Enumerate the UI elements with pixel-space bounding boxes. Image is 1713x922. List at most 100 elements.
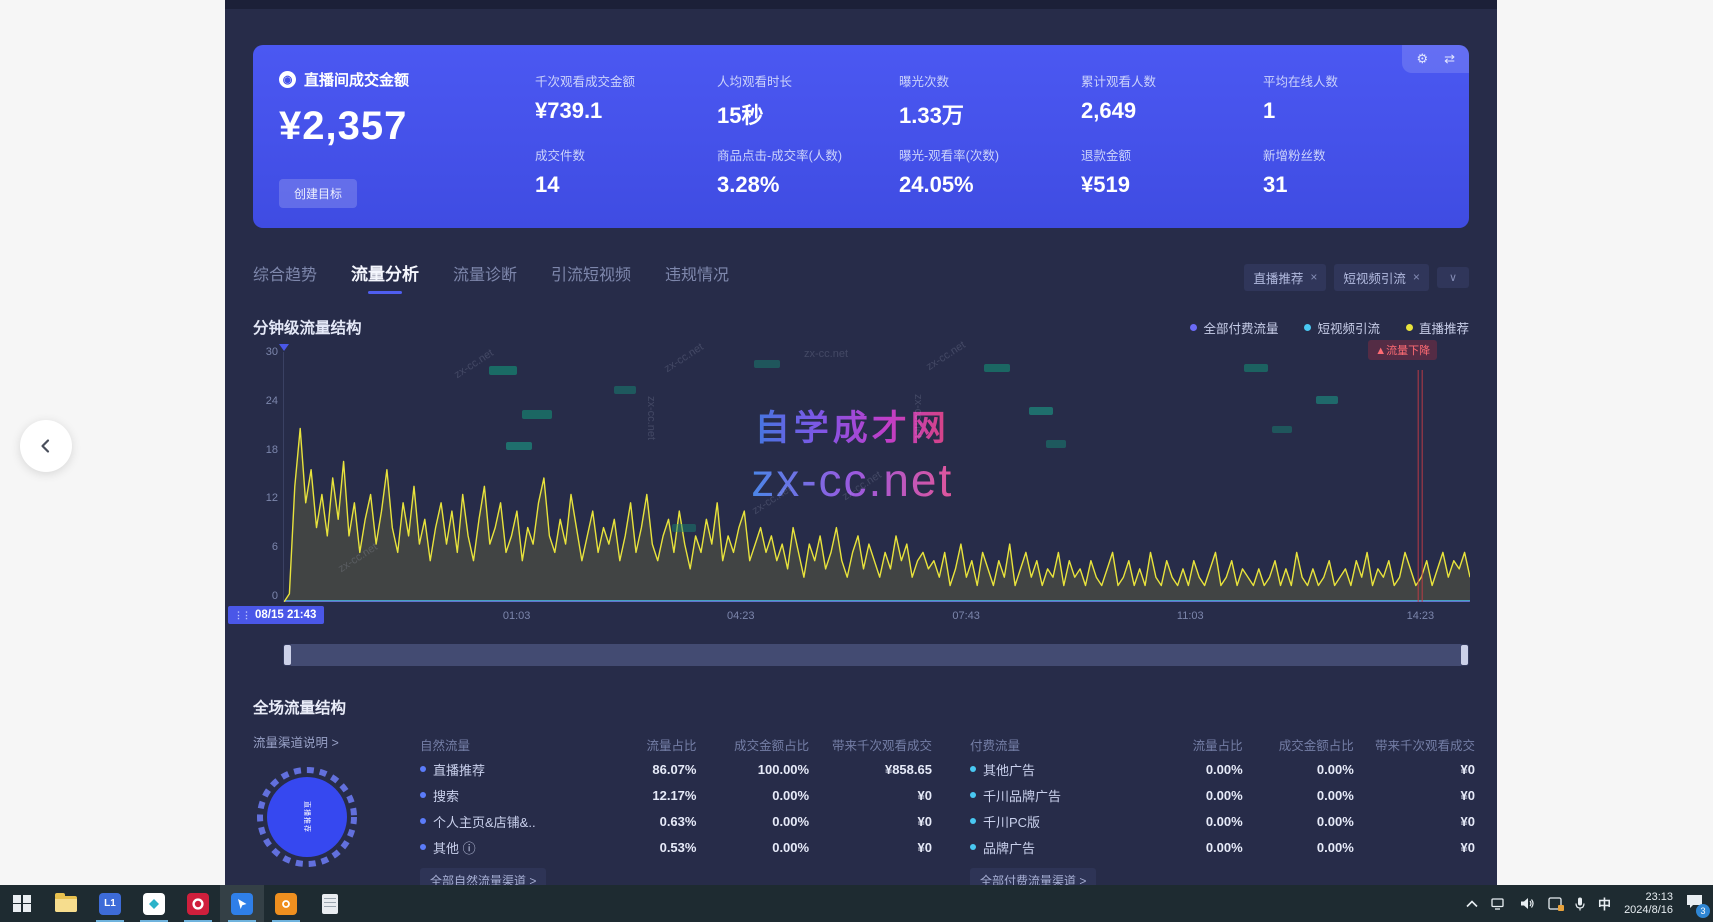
traffic-drop-annotation: ▲流量下降 xyxy=(1368,340,1437,360)
filter-dropdown[interactable]: ∨ xyxy=(1437,267,1469,288)
live-dashboard-window: ◉ 直播间成交金额 ¥2,357 创建目标 千次观看成交金额¥739.1 人均观… xyxy=(225,0,1497,885)
series-dot xyxy=(420,766,426,772)
gpm-value: ¥0 xyxy=(1354,762,1475,777)
tab-overall-trend[interactable]: 综合趋势 xyxy=(253,261,317,294)
app-teal-button[interactable] xyxy=(132,885,176,922)
y-tick: 12 xyxy=(266,492,278,504)
traffic-line-series xyxy=(284,354,1470,602)
metric-value: 3.28% xyxy=(717,172,889,198)
speaker-icon[interactable] xyxy=(1520,897,1535,910)
taskbar-clock[interactable]: 23:13 2024/8/16 xyxy=(1624,891,1673,917)
plot-area[interactable]: 30 24 18 12 6 0 ▲ xyxy=(283,352,1469,602)
tab-traffic-analysis[interactable]: 流量分析 xyxy=(351,260,419,294)
time-range-slider[interactable] xyxy=(283,644,1469,666)
gpm-value: ¥0 xyxy=(809,814,932,829)
traffic-share: 0.00% xyxy=(1142,788,1243,803)
tab-short-video[interactable]: 引流短视频 xyxy=(551,261,631,294)
channel-name: 个人主页&店铺&.. xyxy=(433,812,536,831)
gmv-share: 0.00% xyxy=(1243,762,1354,777)
metric-label: 曝光-观看率(次数) xyxy=(899,145,1071,164)
channel-name-with-info-icon[interactable]: 其他 ⓘ xyxy=(433,838,476,857)
tray-expand-icon[interactable] xyxy=(1466,900,1478,908)
network-icon[interactable] xyxy=(1491,898,1507,910)
gmv-share: 100.00% xyxy=(696,762,809,777)
slider-handle-right[interactable] xyxy=(1461,645,1468,665)
tab-violations[interactable]: 违规情况 xyxy=(665,261,729,294)
app-orange-icon xyxy=(275,893,297,915)
app-notepad-button[interactable] xyxy=(308,885,352,922)
filter-tag-live-recommend[interactable]: 直播推荐 × xyxy=(1244,264,1326,291)
app-pointer-icon xyxy=(231,893,253,915)
app-l1-button[interactable]: L1 xyxy=(88,885,132,922)
table-row: 品牌广告 0.00% 0.00% ¥0 xyxy=(970,834,1475,860)
gmv-share: 0.00% xyxy=(696,840,809,855)
metric-label: 平均在线人数 xyxy=(1263,71,1435,90)
metric-value: ¥519 xyxy=(1081,172,1253,198)
legend-label: 直播推荐 xyxy=(1419,318,1469,337)
gmv-share: 0.00% xyxy=(696,788,809,803)
alert-dot xyxy=(1558,905,1564,911)
desktop: ◉ 直播间成交金额 ¥2,357 创建目标 千次观看成交金额¥739.1 人均观… xyxy=(0,0,1713,922)
channel-info-link[interactable]: 流量渠道说明 > xyxy=(253,732,420,751)
flow-section-title: 全场流量结构 xyxy=(253,696,1469,718)
metric-cell: 平均在线人数1 xyxy=(1263,71,1435,135)
legend-item-live-recommend[interactable]: 直播推荐 xyxy=(1406,318,1469,337)
channel-filters: 直播推荐 × 短视频引流 × ∨ xyxy=(1244,264,1469,291)
metric-cell: 曝光-观看率(次数)24.05% xyxy=(899,145,1071,209)
paid-traffic-table: 付费流量 流量占比 成交金额占比 带来千次观看成交 其他广告 0.00% 0.0… xyxy=(970,732,1475,893)
col-header: 成交金额占比 xyxy=(1243,735,1354,754)
gpm-value: ¥0 xyxy=(809,788,932,803)
create-goal-button[interactable]: 创建目标 xyxy=(279,179,357,208)
app-red-button[interactable] xyxy=(176,885,220,922)
legend-dot xyxy=(1304,324,1311,331)
metric-cell: 曝光次数 1.33万 xyxy=(899,71,1071,135)
y-tick: 18 xyxy=(266,444,278,456)
x-start-chip[interactable]: ⋮⋮ 08/15 21:43 xyxy=(228,606,324,624)
kpi-card-title: 直播间成交金额 xyxy=(304,69,409,90)
chevron-down-icon: ∨ xyxy=(1449,272,1457,284)
system-tray: 中 23:13 2024/8/16 3 xyxy=(1466,891,1713,917)
natural-traffic-table: 自然流量 流量占比 成交金额占比 带来千次观看成交 直播推荐 86.07% 10… xyxy=(420,732,932,893)
slider-selection[interactable] xyxy=(291,644,1461,666)
start-button[interactable] xyxy=(0,885,44,922)
app-browser-button[interactable] xyxy=(220,885,264,922)
chevron-left-icon xyxy=(38,438,54,454)
kpi-card: ◉ 直播间成交金额 ¥2,357 创建目标 千次观看成交金额¥739.1 人均观… xyxy=(253,45,1469,228)
security-tray-icon[interactable] xyxy=(1548,897,1562,910)
traffic-share: 0.53% xyxy=(594,840,696,855)
file-explorer-button[interactable] xyxy=(44,885,88,922)
windows-logo-icon xyxy=(13,895,31,913)
table-row: 其他 ⓘ 0.53% 0.00% ¥0 xyxy=(420,834,932,860)
metric-label: 曝光次数 xyxy=(899,71,1071,90)
traffic-share: 0.00% xyxy=(1142,762,1243,777)
y-tick: 0 xyxy=(272,590,278,602)
remove-tag-icon[interactable]: × xyxy=(1310,270,1317,284)
legend-item-short-video[interactable]: 短视频引流 xyxy=(1304,318,1380,337)
back-button[interactable] xyxy=(20,420,72,472)
table-row: 其他广告 0.00% 0.00% ¥0 xyxy=(970,756,1475,782)
slider-handle-left[interactable] xyxy=(284,645,291,665)
metric-value: 1.33万 xyxy=(899,98,1071,130)
microphone-icon[interactable] xyxy=(1575,897,1585,911)
chart-title: 分钟级流量结构 xyxy=(253,316,362,338)
swap-metrics-icon[interactable]: ⇄ xyxy=(1444,51,1455,67)
legend-item-paid[interactable]: 全部付费流量 xyxy=(1190,318,1278,337)
ime-indicator[interactable]: 中 xyxy=(1598,894,1611,913)
tab-traffic-diagnosis[interactable]: 流量诊断 xyxy=(453,261,517,294)
clock-date: 2024/8/16 xyxy=(1624,904,1673,917)
channel-name: 品牌广告 xyxy=(983,838,1035,857)
table-header: 自然流量 流量占比 成交金额占比 带来千次观看成交 xyxy=(420,732,932,756)
gmv-main-value: ¥2,357 xyxy=(279,104,521,149)
settings-gear-icon[interactable]: ⚙ xyxy=(1416,51,1428,67)
traffic-share: 0.00% xyxy=(1142,814,1243,829)
app-orange-button[interactable] xyxy=(264,885,308,922)
col-header: 成交金额占比 xyxy=(696,735,809,754)
remove-tag-icon[interactable]: × xyxy=(1413,270,1420,284)
app-teal-icon xyxy=(143,893,165,915)
traffic-donut-chart[interactable]: 直播推荐 xyxy=(255,765,359,869)
filter-tag-short-video[interactable]: 短视频引流 × xyxy=(1334,264,1429,291)
app-red-o-icon xyxy=(187,893,209,915)
series-dot xyxy=(970,818,976,824)
windows-taskbar: L1 xyxy=(0,885,1713,922)
notification-center-button[interactable]: 3 xyxy=(1686,894,1703,914)
